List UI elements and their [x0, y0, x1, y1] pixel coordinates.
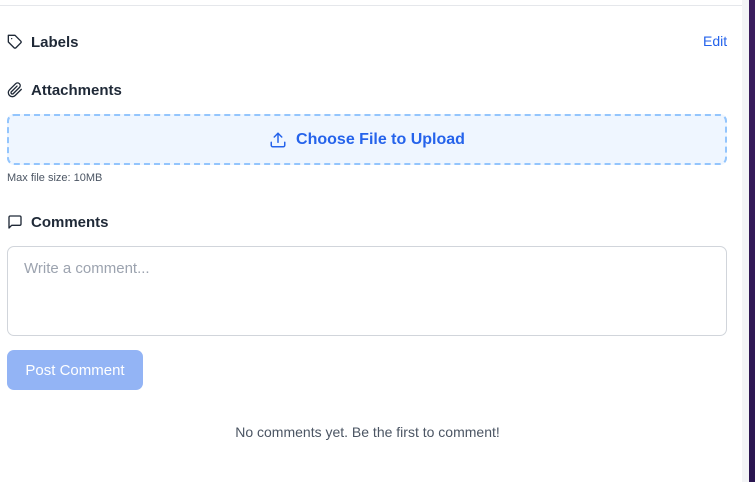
top-divider: [0, 5, 742, 6]
attachments-title: Attachments: [31, 81, 122, 99]
scrollbar-track[interactable]: [742, 0, 749, 482]
comment-input[interactable]: [7, 246, 727, 336]
post-comment-button[interactable]: Post Comment: [7, 350, 143, 390]
paperclip-icon: [7, 82, 23, 98]
comments-section-header: Comments: [7, 212, 109, 232]
max-file-size-note: Max file size: 10MB: [7, 172, 103, 184]
tag-icon: [7, 34, 23, 50]
labels-section-header: Labels: [7, 32, 79, 52]
message-square-icon: [7, 214, 23, 230]
task-detail-panel: Labels Edit Attachments Choose File to U…: [0, 0, 755, 482]
upload-label: Choose File to Upload: [296, 130, 465, 148]
file-upload-button[interactable]: Choose File to Upload: [7, 114, 727, 165]
no-comments-message: No comments yet. Be the first to comment…: [235, 424, 500, 440]
window-edge: [749, 0, 755, 482]
comments-title: Comments: [31, 213, 109, 231]
upload-icon: [269, 131, 287, 149]
labels-title: Labels: [31, 33, 79, 51]
attachments-section-header: Attachments: [7, 80, 122, 100]
edit-labels-link[interactable]: Edit: [703, 33, 727, 49]
